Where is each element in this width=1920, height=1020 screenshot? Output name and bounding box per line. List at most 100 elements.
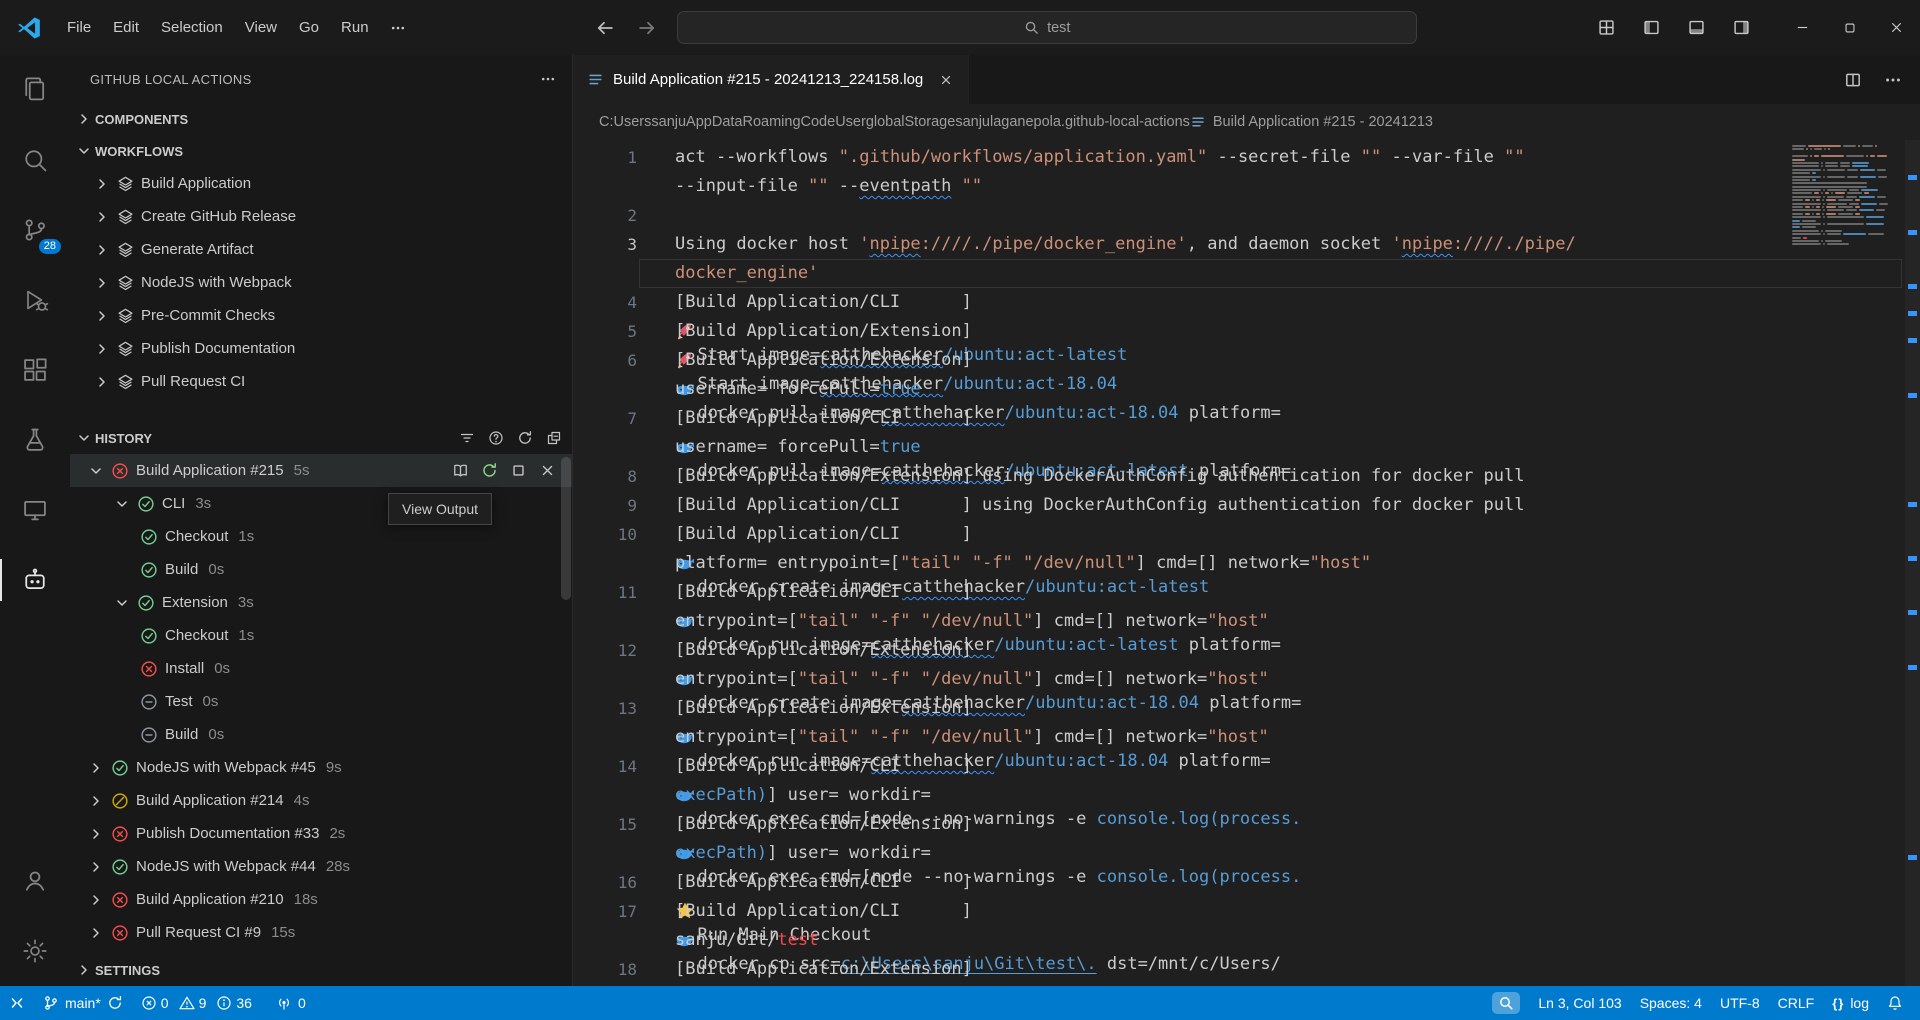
eol-status[interactable]: CRLF xyxy=(1769,986,1824,1020)
workflow-item[interactable]: Pre-Commit Checks xyxy=(70,299,572,332)
editor-content[interactable]: 1act --workflows ".github/workflows/appl… xyxy=(573,140,1920,986)
toggle-sidebar-button[interactable] xyxy=(1642,18,1661,37)
activity-extensions[interactable] xyxy=(0,335,70,405)
breadcrumb-item[interactable]: AppData xyxy=(686,114,742,130)
nav-forward-button[interactable] xyxy=(637,18,657,38)
history-item[interactable]: Build0s xyxy=(70,718,572,751)
help-button[interactable] xyxy=(488,430,504,446)
history-item[interactable]: Build Application #2144s xyxy=(70,784,572,817)
sidebar-scrollbar[interactable] xyxy=(561,457,571,600)
view-output-icon[interactable] xyxy=(452,462,469,479)
chevron-right-icon[interactable] xyxy=(94,341,110,357)
sidebar-more-button[interactable] xyxy=(540,71,556,87)
history-item[interactable]: NodeJS with Webpack #459s xyxy=(70,751,572,784)
history-item[interactable]: Build Application #2155s xyxy=(70,454,572,487)
history-item[interactable]: Checkout1s xyxy=(70,619,572,652)
history-item[interactable]: CLI3s xyxy=(70,487,572,520)
activity-testing[interactable] xyxy=(0,405,70,475)
breadcrumb-item[interactable]: C: xyxy=(599,114,614,130)
history-item[interactable]: Checkout1s xyxy=(70,520,572,553)
history-item[interactable]: Install0s xyxy=(70,652,572,685)
history-item[interactable]: Test0s xyxy=(70,685,572,718)
tab-log-file[interactable]: Build Application #215 - 20241213_224158… xyxy=(573,55,969,104)
breadcrumb-item[interactable]: Build Application #215 - 20241213 xyxy=(1190,114,1433,130)
menu-go[interactable]: Go xyxy=(288,13,330,42)
chevron-right-icon[interactable] xyxy=(88,826,104,842)
menu-edit[interactable]: Edit xyxy=(102,13,150,42)
breadcrumb-item[interactable]: sanju xyxy=(651,114,686,130)
toggle-panel-button[interactable] xyxy=(1687,18,1706,37)
breadcrumb-item[interactable]: Users xyxy=(614,114,652,130)
menu-selection[interactable]: Selection xyxy=(150,13,234,42)
activity-run-and-debug[interactable] xyxy=(0,265,70,335)
activity-search[interactable] xyxy=(0,125,70,195)
chevron-right-icon[interactable] xyxy=(88,760,104,776)
chevron-right-icon[interactable] xyxy=(88,793,104,809)
history-item[interactable]: Extension3s xyxy=(70,586,572,619)
close-button[interactable] xyxy=(1873,0,1920,55)
workflow-item[interactable]: Generate Artifact xyxy=(70,233,572,266)
refresh-button[interactable] xyxy=(517,430,533,446)
chevron-right-icon[interactable] xyxy=(94,308,110,324)
chevron-right-icon[interactable] xyxy=(94,242,110,258)
section-workflows[interactable]: WORKFLOWS xyxy=(70,135,572,167)
workflow-item[interactable]: Pull Request CI xyxy=(70,365,572,398)
nav-back-button[interactable] xyxy=(595,18,615,38)
chevron-right-icon[interactable] xyxy=(88,892,104,908)
chevron-right-icon[interactable] xyxy=(88,859,104,875)
chevron-down-icon[interactable] xyxy=(88,463,104,479)
overview-ruler[interactable] xyxy=(1905,140,1920,986)
breadcrumb-item[interactable]: Roaming xyxy=(742,114,800,130)
chevron-right-icon[interactable] xyxy=(94,275,110,291)
indentation-status[interactable]: Spaces: 4 xyxy=(1631,986,1711,1020)
activity-github-local-actions[interactable] xyxy=(0,545,70,615)
tab-close-icon[interactable] xyxy=(938,72,954,88)
chevron-down-icon[interactable] xyxy=(114,496,130,512)
zoom-status[interactable] xyxy=(1483,986,1529,1020)
section-settings[interactable]: SETTINGS xyxy=(70,954,572,986)
section-history[interactable]: HISTORY xyxy=(70,422,572,454)
customize-layout-button[interactable] xyxy=(1597,18,1616,37)
language-mode[interactable]: {}log xyxy=(1823,986,1878,1020)
encoding-status[interactable]: UTF-8 xyxy=(1711,986,1769,1020)
activity-manage[interactable] xyxy=(0,916,70,986)
restart-icon[interactable] xyxy=(481,462,498,479)
breadcrumb-item[interactable]: sanjulaganepola.github-local-actions xyxy=(955,114,1190,130)
minimize-button[interactable] xyxy=(1779,0,1826,55)
menu-more-button[interactable] xyxy=(380,14,416,42)
minimap[interactable] xyxy=(1792,145,1904,247)
ports-status[interactable]: 0 xyxy=(267,986,315,1020)
stop-icon[interactable] xyxy=(510,462,527,479)
notifications-bell[interactable] xyxy=(1878,986,1912,1020)
menu-file[interactable]: File xyxy=(56,13,102,42)
filter-button[interactable] xyxy=(459,430,475,446)
breadcrumb-item[interactable]: Code xyxy=(801,114,836,130)
history-item[interactable]: Pull Request CI #915s xyxy=(70,916,572,949)
problems-status[interactable]: 0 9 36 xyxy=(132,986,267,1020)
workflow-item[interactable]: Publish Documentation xyxy=(70,332,572,365)
history-item[interactable]: NodeJS with Webpack #4428s xyxy=(70,850,572,883)
chevron-right-icon[interactable] xyxy=(88,925,104,941)
workflow-item[interactable]: NodeJS with Webpack xyxy=(70,266,572,299)
remote-indicator[interactable] xyxy=(0,986,34,1020)
branch-status[interactable]: main* xyxy=(34,986,132,1020)
history-item[interactable]: Build Application #21018s xyxy=(70,883,572,916)
activity-source-control[interactable]: 28 xyxy=(0,195,70,265)
breadcrumb-item[interactable]: globalStorage xyxy=(866,114,956,130)
chevron-right-icon[interactable] xyxy=(94,176,110,192)
chevron-down-icon[interactable] xyxy=(114,595,130,611)
maximize-button[interactable] xyxy=(1826,0,1873,55)
toggle-secondary-sidebar-button[interactable] xyxy=(1732,18,1751,37)
breadcrumb-item[interactable]: User xyxy=(835,114,866,130)
chevron-right-icon[interactable] xyxy=(94,209,110,225)
history-item[interactable]: Build0s xyxy=(70,553,572,586)
history-item[interactable]: Publish Documentation #332s xyxy=(70,817,572,850)
activity-remote-explorer[interactable] xyxy=(0,475,70,545)
dismiss-icon[interactable] xyxy=(539,462,556,479)
workflow-item[interactable]: Create GitHub Release xyxy=(70,200,572,233)
command-center-search[interactable]: test xyxy=(677,11,1417,44)
section-components[interactable]: COMPONENTS xyxy=(70,103,572,135)
workflow-item[interactable]: Build Application xyxy=(70,167,572,200)
cursor-position[interactable]: Ln 3, Col 103 xyxy=(1529,986,1630,1020)
editor-more-button[interactable] xyxy=(1884,71,1902,89)
